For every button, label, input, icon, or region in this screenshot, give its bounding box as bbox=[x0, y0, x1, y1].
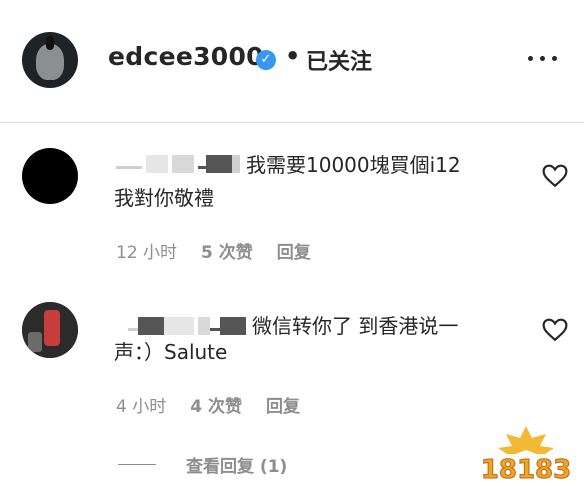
profile-avatar[interactable] bbox=[22, 32, 78, 88]
comment-text: 微信转你了 到香港说一 bbox=[252, 314, 459, 338]
comment-meta: 12 小时 5 次赞 回复 bbox=[116, 238, 335, 263]
comment-time: 12 小时 bbox=[116, 243, 178, 263]
svg-text:18183: 18183 bbox=[481, 455, 571, 485]
heart-icon[interactable] bbox=[542, 318, 568, 342]
username-link[interactable]: edcee3000 bbox=[108, 42, 264, 71]
comment-meta: 4 小时 4 次赞 回复 bbox=[116, 392, 324, 417]
replies-divider-line bbox=[118, 464, 156, 465]
comment-text-continued: 我對你敬禮 bbox=[114, 186, 214, 210]
view-replies-label[interactable]: 查看回复 (1) bbox=[186, 452, 287, 477]
comment-likes[interactable]: 5 次赞 bbox=[201, 243, 253, 263]
heart-icon[interactable] bbox=[542, 164, 568, 188]
commenter-avatar[interactable] bbox=[22, 302, 78, 358]
watermark-logo: 18183 bbox=[478, 426, 574, 486]
comment-likes[interactable]: 4 次赞 bbox=[190, 397, 242, 417]
following-button[interactable]: 已关注 bbox=[306, 44, 372, 76]
redacted-username[interactable] bbox=[128, 315, 246, 337]
reply-button[interactable]: 回复 bbox=[266, 397, 300, 417]
post-header: edcee3000 ✓ • 已关注 bbox=[0, 0, 584, 120]
separator-dot: • bbox=[285, 42, 301, 70]
commenter-avatar[interactable] bbox=[22, 148, 78, 204]
reply-button[interactable]: 回复 bbox=[277, 243, 311, 263]
verified-badge-icon: ✓ bbox=[256, 50, 276, 70]
comment-time: 4 小时 bbox=[116, 397, 167, 417]
more-options-icon[interactable] bbox=[528, 56, 558, 64]
redacted-username[interactable] bbox=[116, 153, 240, 175]
header-divider bbox=[0, 122, 584, 123]
comment-text: 我需要10000塊買個i12 bbox=[246, 153, 461, 177]
comment-text-continued: 声：）Salute bbox=[114, 340, 228, 364]
